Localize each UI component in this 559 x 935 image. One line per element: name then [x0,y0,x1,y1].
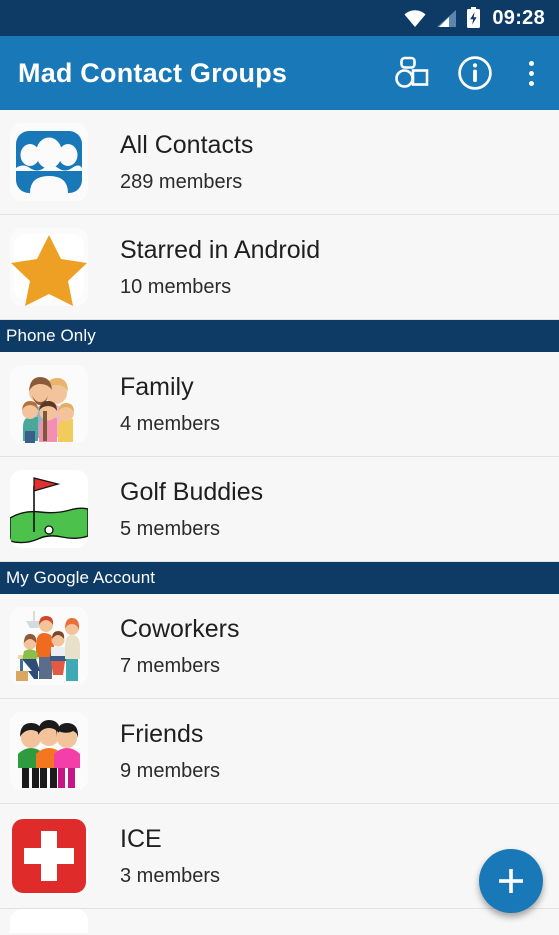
app-root: 09:28 Mad Contact Groups All Contacts 28… [0,0,559,935]
member-count: 4 members [120,412,221,435]
row-text: Friends 9 members [120,719,221,782]
thumbnail [10,470,88,548]
wifi-icon [404,9,426,27]
next-group-icon [10,909,88,933]
list-item-coworkers[interactable]: Coworkers 7 members [0,594,559,699]
app-title: Mad Contact Groups [18,57,288,88]
group-name: Coworkers [120,614,240,643]
battery-charging-icon [467,7,481,28]
three-friends-icon [10,712,88,790]
section-title: My Google Account [6,568,156,587]
row-text: Starred in Android 10 members [120,235,321,298]
group-name: Family [120,372,194,401]
family-photo-icon [10,365,88,443]
member-count: 5 members [120,517,221,540]
row-text: Golf Buddies 5 members [120,477,264,540]
thumbnail [10,909,88,933]
status-bar-clock: 09:28 [492,6,545,29]
thumbnail [10,365,88,443]
overflow-menu-icon [528,80,534,86]
people-group-icon [16,131,82,193]
section-header-my-google-account: My Google Account [0,562,559,594]
member-count: 3 members [120,864,221,887]
thumbnail [10,607,88,685]
section-title: Phone Only [6,326,96,345]
row-text: All Contacts 289 members [120,130,254,193]
status-bar: 09:28 [0,0,559,36]
info-icon [458,56,492,90]
plus-icon [499,869,523,893]
row-text: Coworkers 7 members [120,614,240,677]
group-name: ICE [120,824,162,853]
red-cross-icon [12,819,86,893]
list-item-starred-in-android[interactable]: Starred in Android 10 members [0,215,559,320]
section-header-phone-only: Phone Only [0,320,559,352]
thumbnail [10,228,88,306]
shapes-group-icon [395,56,429,88]
group-name: Golf Buddies [120,477,264,506]
list-item-friends[interactable]: Friends 9 members [0,699,559,804]
group-name: All Contacts [120,130,254,159]
member-count: 9 members [120,759,221,782]
star-icon [11,234,87,306]
list-item-family[interactable]: Family 4 members [0,352,559,457]
thumbnail [10,123,88,201]
member-count: 10 members [120,275,232,298]
row-text: ICE 3 members [120,824,221,887]
list-item-ice[interactable]: ICE 3 members [0,804,559,909]
thumbnail [10,712,88,790]
groups-list: All Contacts 289 members Starred in Andr… [0,110,559,933]
cell-signal-icon [437,9,457,27]
member-count: 289 members [120,170,243,193]
overflow-menu-button[interactable] [519,56,543,90]
info-button[interactable] [455,53,495,93]
app-bar-actions [391,53,543,93]
group-name: Friends [120,719,204,748]
row-text: Family 4 members [120,372,221,435]
office-team-icon [10,607,88,685]
overflow-menu-icon [528,60,534,66]
add-group-fab[interactable] [479,849,543,913]
list-item-all-contacts[interactable]: All Contacts 289 members [0,110,559,215]
list-item-golf-buddies[interactable]: Golf Buddies 5 members [0,457,559,562]
overflow-menu-icon [528,70,534,76]
app-bar: Mad Contact Groups [0,36,559,110]
shapes-group-button[interactable] [391,53,431,93]
list-item-partial-next[interactable] [0,909,559,933]
thumbnail [10,817,88,895]
member-count: 7 members [120,654,221,677]
group-name: Starred in Android [120,235,321,264]
golf-green-icon [10,470,88,548]
